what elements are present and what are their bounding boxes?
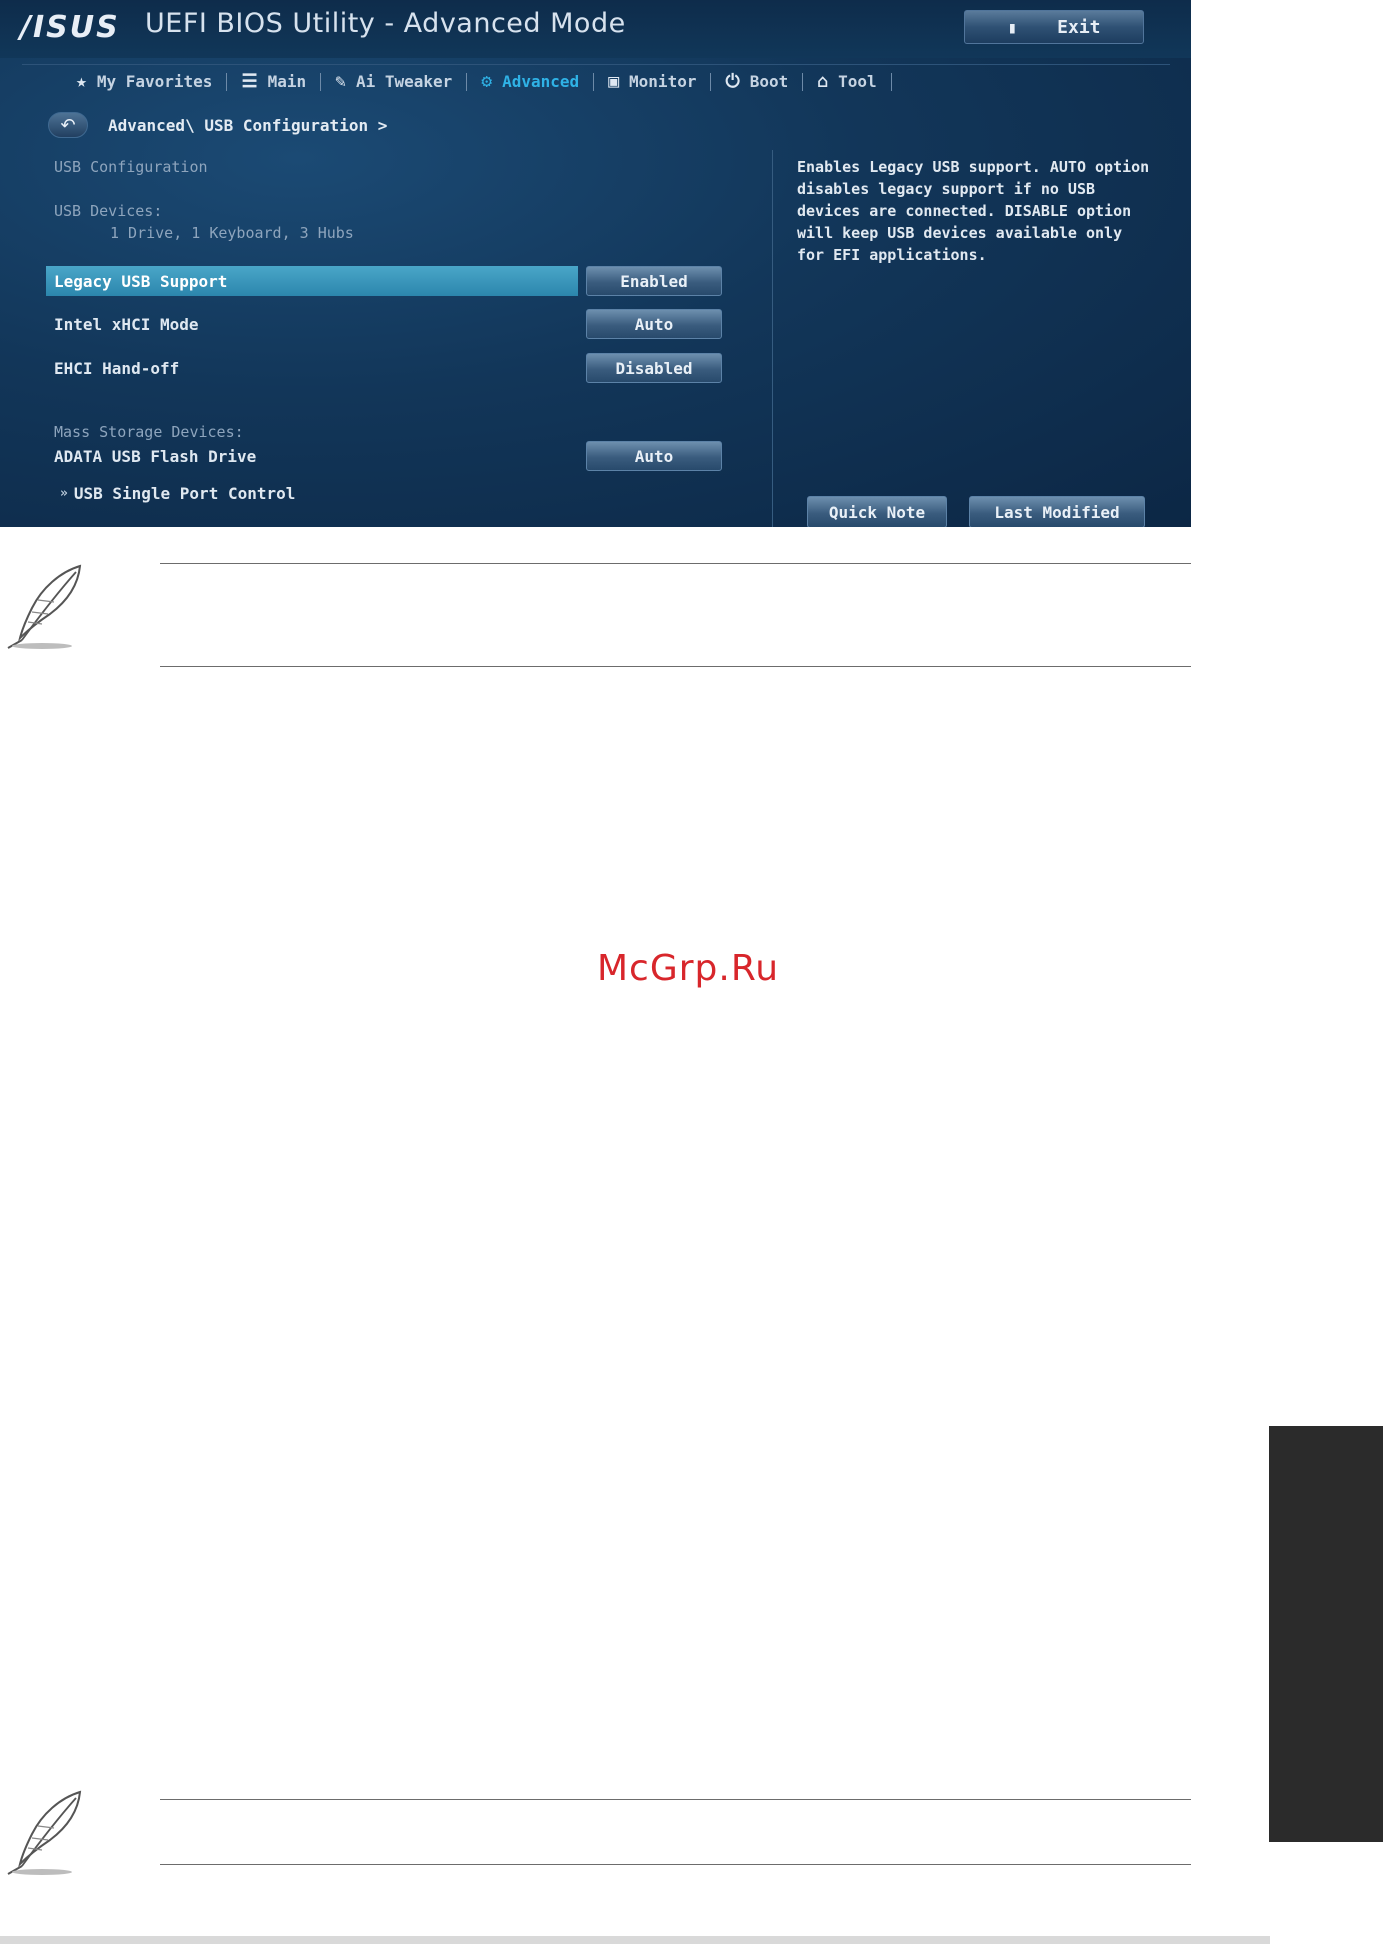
setting-label: Legacy USB Support [54, 271, 228, 291]
note-bottom-rule [160, 666, 1191, 667]
mass-storage-label: Mass Storage Devices: [54, 423, 244, 441]
setting-label: EHCI Hand-off [54, 358, 180, 378]
intel-xhci-mode-row[interactable]: Intel xHCI Mode [46, 309, 578, 339]
submenu-label: USB Single Port Control [73, 484, 296, 503]
tab-my-favorites[interactable]: ★ My Favorites [62, 67, 226, 97]
asus-logo: /ISUS [20, 9, 120, 45]
feather-note-icon [7, 1790, 82, 1875]
setting-label: Intel xHCI Mode [54, 314, 199, 334]
tab-label: My Favorites [96, 72, 213, 91]
breadcrumb-text: Advanced\ USB Configuration > [108, 115, 388, 135]
tab-tool[interactable]: ⌂ Tool [803, 67, 890, 97]
exit-button[interactable]: ▮ Exit [964, 10, 1144, 44]
mass-storage-device-row[interactable]: ADATA USB Flash Drive [46, 441, 578, 471]
tab-divider [890, 72, 892, 91]
list-icon: ☰ [241, 71, 258, 92]
tab-label: Advanced [502, 72, 580, 91]
watermark: McGrp.Ru [597, 948, 780, 989]
bios-tab-bar: ★ My Favorites ☰ Main ✎ Ai Tweaker ⚙ Adv… [22, 64, 1170, 98]
chevron-right-icon: » [60, 486, 68, 501]
usb-single-port-control-item[interactable]: » USB Single Port Control [60, 484, 295, 503]
back-arrow-icon: ↶ [60, 114, 76, 136]
tab-boot[interactable]: ⏻ Boot [711, 67, 802, 97]
bios-header: /ISUS UEFI BIOS Utility - Advanced Mode … [0, 0, 1191, 58]
ehci-hand-off-value[interactable]: Disabled [586, 353, 722, 383]
usb-config-label: USB Configuration [54, 158, 208, 176]
tab-label: Ai Tweaker [355, 72, 453, 91]
quick-note-button[interactable]: Quick Note [807, 496, 947, 527]
tab-monitor[interactable]: ▣ Monitor [594, 67, 710, 97]
settings-pane: USB Configuration USB Devices: 1 Drive, … [0, 150, 770, 527]
legacy-usb-support-row[interactable]: Legacy USB Support [46, 266, 578, 296]
help-text: Enables Legacy USB support. AUTO option … [797, 158, 1150, 264]
usb-devices-value: 1 Drive, 1 Keyboard, 3 Hubs [110, 224, 354, 242]
feather-note-icon [7, 564, 82, 649]
ehci-hand-off-row[interactable]: EHCI Hand-off [46, 353, 578, 383]
chapter-side-tab [1269, 1426, 1383, 1842]
breadcrumb: ↶ Advanced\ USB Configuration > [48, 110, 387, 140]
monitor-icon: ▣ [608, 71, 620, 92]
back-button[interactable]: ↶ [48, 112, 88, 138]
tab-label: Main [267, 72, 307, 91]
tweaker-icon: ✎ [335, 71, 346, 92]
setting-label: ADATA USB Flash Drive [54, 446, 257, 466]
advanced-icon: ⚙ [481, 71, 493, 92]
exit-label: Exit [1057, 16, 1101, 38]
note-top-rule [160, 1799, 1191, 1800]
note-top-rule [160, 563, 1191, 564]
bios-title: UEFI BIOS Utility - Advanced Mode [145, 8, 626, 39]
tool-icon: ⌂ [817, 71, 829, 92]
intel-xhci-mode-value[interactable]: Auto [586, 309, 722, 339]
legacy-usb-support-value[interactable]: Enabled [586, 266, 722, 296]
last-modified-button[interactable]: Last Modified [969, 496, 1145, 527]
tab-label: Tool [838, 72, 877, 91]
usb-devices-label: USB Devices: [54, 202, 163, 220]
tab-main[interactable]: ☰ Main [227, 67, 320, 97]
power-icon: ⏻ [725, 71, 740, 92]
tab-ai-tweaker[interactable]: ✎ Ai Tweaker [321, 67, 466, 97]
star-icon: ★ [76, 71, 87, 92]
tab-label: Boot [749, 72, 789, 91]
tab-label: Monitor [629, 72, 697, 91]
exit-icon: ▮ [1007, 17, 1018, 37]
mass-storage-device-value[interactable]: Auto [586, 441, 722, 471]
page-bottom-strip [0, 1936, 1270, 1944]
note-bottom-rule [160, 1864, 1191, 1865]
bios-screenshot: /ISUS UEFI BIOS Utility - Advanced Mode … [0, 0, 1191, 527]
help-pane: Enables Legacy USB support. AUTO option … [772, 150, 1162, 527]
tab-advanced[interactable]: ⚙ Advanced [467, 67, 593, 97]
